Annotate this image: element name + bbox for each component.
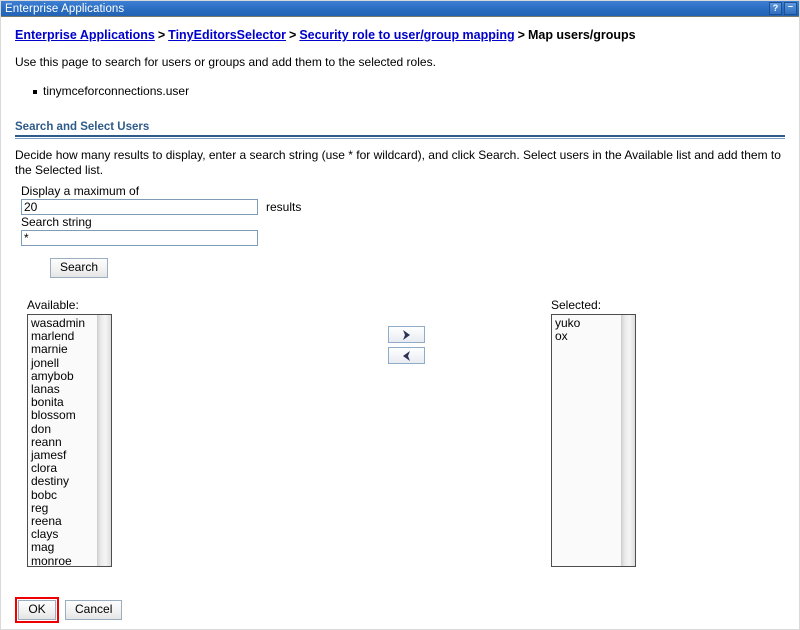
- arrow-left-icon: [401, 350, 412, 362]
- section-divider: [15, 135, 785, 139]
- selected-list-label: Selected:: [551, 298, 602, 312]
- help-icon[interactable]: ?: [769, 2, 782, 15]
- window-title: Enterprise Applications: [5, 2, 125, 15]
- breadcrumb-link-enterprise-applications[interactable]: Enterprise Applications: [15, 28, 155, 42]
- available-list-label: Available:: [27, 298, 79, 312]
- search-string-label: Search string: [21, 215, 92, 229]
- breadcrumb: Enterprise Applications > TinyEditorsSelec…: [15, 27, 785, 43]
- ok-button[interactable]: OK: [18, 600, 56, 620]
- breadcrumb-separator: >: [157, 28, 166, 42]
- breadcrumb-link-tinyeditorsselector[interactable]: TinyEditorsSelector: [168, 28, 286, 42]
- breadcrumb-separator: >: [517, 28, 525, 42]
- results-unit-label: results: [266, 200, 302, 214]
- minimize-icon[interactable]: –: [784, 2, 797, 15]
- available-column: Available: wasadmin marlend marnie jonell am…: [27, 298, 112, 567]
- list-item: tinymceforconnections.user: [33, 84, 785, 99]
- section-description: Decide how many results to display, ente…: [15, 148, 781, 177]
- remove-from-selected-button[interactable]: [388, 347, 425, 364]
- section-title: Search and Select Users: [15, 121, 150, 133]
- available-list-scrollbar[interactable]: [97, 315, 111, 566]
- max-results-row: results: [15, 199, 785, 215]
- role-list: tinymceforconnections.user: [15, 84, 785, 99]
- page-intro-text: Use this page to search for users or gro…: [15, 55, 436, 69]
- search-button[interactable]: Search: [50, 258, 109, 278]
- page-content: Enterprise Applications > TinyEditorsSelec…: [1, 17, 799, 573]
- selected-list-scrollbar[interactable]: [621, 315, 635, 566]
- arrow-right-icon: [401, 329, 412, 341]
- breadcrumb-current-page: Map users/groups: [527, 28, 636, 42]
- search-button-row: Search: [15, 246, 785, 278]
- selected-column: Selected: yuko ox: [551, 298, 636, 567]
- window-titlebar: Enterprise Applications ? –: [1, 1, 799, 17]
- user-transfer-area: Available: wasadmin marlend marnie jonell am…: [15, 298, 785, 573]
- search-string-row: [15, 230, 785, 246]
- breadcrumb-separator: >: [289, 28, 297, 42]
- ok-button-highlight: OK: [15, 597, 59, 623]
- max-results-label: Display a maximum of: [21, 184, 140, 198]
- enterprise-applications-window: Enterprise Applications ? – Enterprise A…: [0, 0, 800, 630]
- dialog-footer: OK Cancel: [15, 597, 123, 623]
- selected-listbox[interactable]: yuko ox: [551, 314, 636, 567]
- cancel-button[interactable]: Cancel: [65, 600, 123, 620]
- breadcrumb-link-security-role-mapping[interactable]: Security role to user/group mapping: [299, 28, 514, 42]
- add-to-selected-button[interactable]: [388, 326, 425, 343]
- available-listbox[interactable]: wasadmin marlend marnie jonell amybob lanas bo…: [27, 314, 112, 567]
- titlebar-button-group: ? –: [769, 2, 797, 15]
- transfer-button-group: [388, 326, 425, 368]
- search-string-input[interactable]: [21, 230, 258, 246]
- max-results-input[interactable]: [21, 199, 258, 215]
